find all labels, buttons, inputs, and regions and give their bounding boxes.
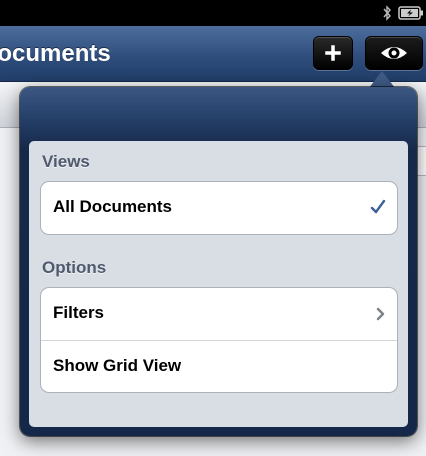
chevron-right-icon xyxy=(376,307,385,326)
checkmark-icon xyxy=(370,199,386,220)
page-title: Documents xyxy=(0,40,111,67)
popover-arrow xyxy=(369,71,395,88)
popover-content: Views All Documents Options Filters Show… xyxy=(29,141,408,427)
list-item-filters[interactable]: Filters xyxy=(41,288,397,340)
view-options-popover: Views All Documents Options Filters Show… xyxy=(20,87,417,436)
status-icons xyxy=(382,5,424,21)
list-item-label: All Documents xyxy=(53,197,173,216)
view-options-button[interactable] xyxy=(365,36,423,70)
list-item-all-documents[interactable]: All Documents xyxy=(41,182,397,234)
add-document-button[interactable] xyxy=(313,36,353,70)
section-header-views: Views xyxy=(42,152,90,171)
list-item-show-grid-view[interactable]: Show Grid View xyxy=(41,340,397,392)
list-item-label: Show Grid View xyxy=(53,356,182,375)
views-group: All Documents xyxy=(40,181,398,235)
eye-icon xyxy=(381,47,407,59)
battery-charging-icon xyxy=(398,6,424,20)
bluetooth-icon xyxy=(382,5,392,21)
section-header-options: Options xyxy=(42,258,107,277)
status-bar xyxy=(0,0,426,26)
options-group: Filters Show Grid View xyxy=(40,287,398,393)
list-item-label: Filters xyxy=(53,303,105,322)
plus-icon xyxy=(325,45,341,61)
navigation-bar: Documents xyxy=(0,26,426,82)
